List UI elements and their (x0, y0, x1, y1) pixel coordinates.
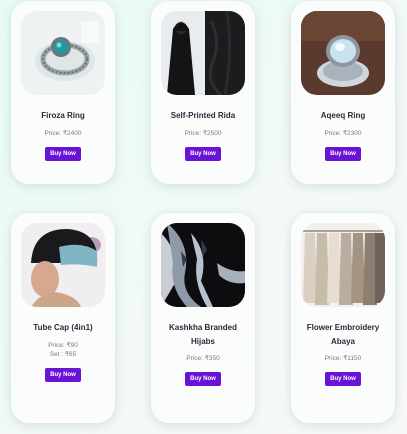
buy-now-button[interactable]: Buy Now (325, 372, 361, 386)
product-card-tube-cap: Tube Cap (4in1) Price: ₹90 Set : ₹65 Buy… (11, 213, 115, 423)
product-price: Price: ₹2500 (184, 129, 222, 137)
buy-now-button[interactable]: Buy Now (45, 146, 81, 161)
rida-image[interactable] (161, 11, 245, 95)
product-card-flower-abaya: Flower Embroidery Abaya Price: ₹1150 Buy… (291, 213, 395, 423)
product-price: Price: ₹90 (48, 341, 78, 349)
buy-now-button[interactable]: Buy Now (185, 372, 221, 386)
product-set-price: Set : ₹65 (49, 350, 77, 358)
buy-now-button[interactable]: Buy Now (325, 146, 361, 161)
buy-now-button[interactable]: Buy Now (185, 146, 221, 161)
product-name: Flower Embroidery Abaya (306, 323, 380, 346)
product-name: Self-Printed Rida (170, 111, 236, 120)
turquoise-ring-image[interactable] (21, 11, 105, 95)
product-card-self-printed-rida: Self-Printed Rida Price: ₹2500 Buy Now (151, 1, 255, 184)
hijab-image[interactable] (161, 223, 245, 307)
product-card-kashkha-hijabs: Kashkha Branded Hijabs Price: ₹350 Buy N… (151, 213, 255, 423)
product-price: Price: ₹2300 (324, 129, 362, 137)
aqeeq-ring-image[interactable] (301, 11, 385, 95)
product-name: Tube Cap (4in1) (33, 323, 93, 332)
tube-cap-image[interactable] (21, 223, 105, 307)
product-price: Price: ₹1150 (324, 355, 362, 362)
product-card-aqeeq-ring: Aqeeq Ring Price: ₹2300 Buy Now (291, 1, 395, 184)
product-price: Price: ₹350 (186, 355, 220, 362)
product-name: Kashkha Branded Hijabs (168, 323, 238, 346)
product-price: Price: ₹2400 (44, 129, 82, 137)
product-name: Firoza Ring (41, 111, 85, 120)
abaya-rack-image[interactable] (301, 223, 385, 307)
product-name: Aqeeq Ring (320, 111, 366, 120)
product-card-firoza-ring: Firoza Ring Price: ₹2400 Buy Now (11, 1, 115, 184)
buy-now-button[interactable]: Buy Now (45, 367, 81, 382)
